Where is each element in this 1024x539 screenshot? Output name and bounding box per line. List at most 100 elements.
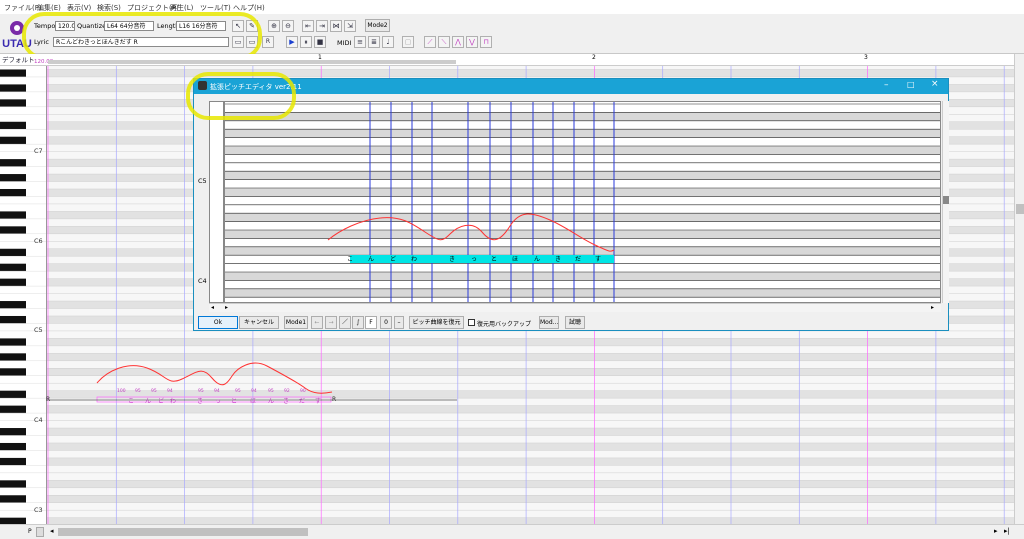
horizontal-scroll-thumb[interactable] bbox=[58, 528, 308, 536]
vertical-scroll-thumb[interactable] bbox=[1016, 204, 1024, 214]
mode2-button[interactable]: Mode2 bbox=[365, 19, 390, 32]
track-label: デフォルト bbox=[2, 56, 35, 64]
pe-row bbox=[225, 137, 940, 146]
disabled-icon[interactable]: ▢ bbox=[402, 36, 414, 48]
grid-row bbox=[47, 360, 1014, 369]
grid-row bbox=[47, 413, 1014, 421]
velocity: 95 bbox=[135, 389, 141, 394]
dialog-vscroll[interactable] bbox=[942, 101, 949, 303]
black-key bbox=[0, 188, 26, 197]
zero-button[interactable]: 0 bbox=[380, 316, 392, 329]
minimize-icon[interactable]: – bbox=[884, 80, 889, 90]
env-5-icon[interactable]: ⊓ bbox=[480, 36, 492, 48]
grid-row bbox=[47, 457, 1014, 466]
env-1-icon[interactable]: ⟋ bbox=[424, 36, 436, 48]
note-lyric[interactable]: ほ bbox=[250, 396, 256, 405]
black-key bbox=[0, 368, 26, 376]
dlg-note-lyric: す bbox=[595, 256, 602, 263]
note-lyric[interactable]: こ bbox=[128, 396, 134, 405]
note-lyric[interactable]: と bbox=[231, 396, 237, 405]
black-key bbox=[0, 428, 26, 436]
note-lyric[interactable]: ん bbox=[145, 396, 151, 405]
line-tool-button[interactable]: ／ bbox=[339, 316, 351, 329]
black-key bbox=[0, 136, 26, 145]
grid-row bbox=[47, 330, 1014, 339]
scroll-right-icon[interactable]: ▸ bbox=[994, 527, 998, 535]
pause-icon[interactable]: ⏸ bbox=[300, 36, 312, 48]
snap-right-icon[interactable]: ⇥ bbox=[316, 20, 328, 32]
dlg-octave-c4: C4 bbox=[198, 277, 207, 285]
play-icon[interactable]: ▶ bbox=[286, 36, 298, 48]
mode1-button[interactable]: Mode1 bbox=[284, 316, 308, 329]
pe-row bbox=[225, 246, 940, 256]
minus-button[interactable]: – bbox=[394, 316, 404, 329]
note-lyric[interactable]: わ bbox=[170, 396, 176, 405]
black-key bbox=[0, 278, 26, 287]
horizontal-scrollbar[interactable]: P ◂ ▸ ▸| bbox=[0, 524, 1024, 539]
grid-row bbox=[47, 495, 1014, 503]
dlg-scroll-end-icon[interactable]: ▸ bbox=[931, 304, 934, 311]
grid-row bbox=[47, 69, 1014, 77]
note-lyric[interactable]: だ bbox=[299, 396, 305, 405]
note-lyric[interactable]: ん bbox=[268, 396, 274, 405]
cancel-button[interactable]: キャンセル bbox=[239, 316, 279, 329]
maximize-icon[interactable]: □ bbox=[907, 80, 915, 89]
piano-keyboard[interactable]: C7 C6 C5 C4 C3 bbox=[0, 66, 47, 524]
grid-row bbox=[47, 450, 1014, 458]
mod-button[interactable]: Mod... bbox=[539, 316, 559, 329]
env-2-icon[interactable]: ⟍ bbox=[438, 36, 450, 48]
dialog-titlebar[interactable]: 拡張ピッチエディタ ver2.11 – □ × bbox=[194, 79, 948, 94]
dialog-hscroll[interactable]: ◂ ▸ ▸ bbox=[209, 303, 941, 312]
ok-button[interactable]: Ok bbox=[198, 316, 238, 329]
black-key bbox=[0, 315, 26, 324]
pe-row bbox=[225, 221, 940, 230]
vertical-scrollbar[interactable] bbox=[1014, 54, 1024, 524]
note-lyric[interactable]: す bbox=[315, 396, 321, 405]
restore-curve-button[interactable]: ピッチ曲線を復元 bbox=[409, 316, 464, 329]
dlg-scroll-right-icon[interactable]: ▸ bbox=[225, 304, 228, 311]
pe-row bbox=[225, 213, 940, 222]
midi-in-icon[interactable]: ≡ bbox=[354, 36, 366, 48]
midi-out-icon[interactable]: ≣ bbox=[368, 36, 380, 48]
zoom-in-icon[interactable]: ⊕ bbox=[268, 20, 280, 32]
snap-left-icon[interactable]: ⇤ bbox=[302, 20, 314, 32]
r-button[interactable]: R bbox=[262, 36, 274, 48]
curve-tool-button[interactable]: ∫ bbox=[352, 316, 364, 329]
arrow-left-button[interactable]: ← bbox=[311, 316, 323, 329]
zoom-out-icon[interactable]: ⊖ bbox=[282, 20, 294, 32]
dlg-scroll-left-icon[interactable]: ◂ bbox=[211, 304, 214, 311]
stop-icon[interactable]: ■ bbox=[314, 36, 326, 48]
octave-c6: C6 bbox=[34, 237, 43, 245]
scroll-left-icon[interactable]: ◂ bbox=[50, 527, 54, 535]
note-lyric[interactable]: っ bbox=[215, 396, 221, 405]
env-3-icon[interactable]: ⋀ bbox=[452, 36, 464, 48]
octave-c4: C4 bbox=[34, 416, 43, 424]
trial-button[interactable]: 試聴 bbox=[565, 316, 585, 329]
split-icon[interactable]: ⋈ bbox=[330, 20, 342, 32]
pe-row bbox=[225, 171, 940, 180]
note-lyric[interactable]: ど bbox=[158, 396, 164, 405]
grid-row bbox=[47, 383, 1014, 391]
close-icon[interactable]: × bbox=[931, 79, 939, 89]
pitch-curve-canvas[interactable] bbox=[209, 101, 941, 303]
env-4-icon[interactable]: ⋁ bbox=[466, 36, 478, 48]
scroll-end-icon[interactable]: ▸| bbox=[1004, 527, 1010, 535]
note-lyric[interactable]: き bbox=[283, 396, 289, 405]
pe-row bbox=[225, 188, 940, 197]
dlg-note-lyric: き bbox=[555, 256, 562, 263]
merge-icon[interactable]: ⇲ bbox=[344, 20, 356, 32]
dialog-vscroll-thumb[interactable] bbox=[943, 196, 949, 204]
metronome-icon[interactable]: ♩ bbox=[382, 36, 394, 48]
backup-checkbox[interactable] bbox=[468, 319, 475, 326]
pe-key-strip bbox=[210, 102, 224, 302]
piano-keys[interactable] bbox=[0, 66, 47, 524]
pitch-curve-svg[interactable] bbox=[210, 102, 941, 303]
black-key bbox=[0, 121, 26, 130]
dlg-note-lyric: と bbox=[491, 256, 498, 263]
arrow-right-button[interactable]: → bbox=[325, 316, 337, 329]
note-lyric[interactable]: き bbox=[197, 396, 203, 405]
f-button[interactable]: F bbox=[365, 316, 377, 329]
menu-file[interactable]: ファイル(F) bbox=[4, 3, 42, 13]
velocity: 94 bbox=[214, 389, 220, 394]
p-toggle[interactable] bbox=[36, 527, 44, 537]
